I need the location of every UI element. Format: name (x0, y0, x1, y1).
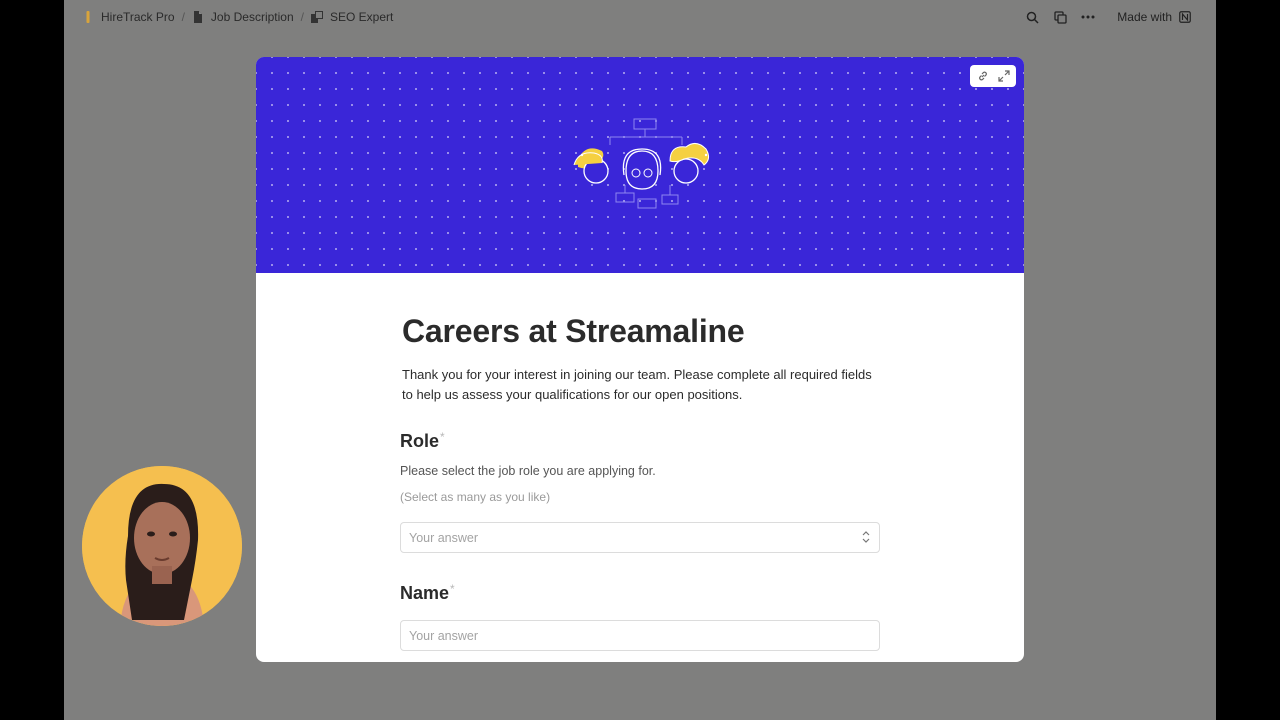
presenter-avatar (82, 466, 242, 626)
team-illustration (573, 118, 710, 209)
breadcrumb-label: SEO Expert (329, 10, 394, 24)
cover-banner (256, 57, 1024, 273)
breadcrumb-item-seo-expert[interactable]: SEO Expert (310, 10, 394, 24)
question-role-hint: (Select as many as you like) (400, 490, 551, 504)
chevron-updown-icon (859, 530, 873, 544)
form-intro: Thank you for your interest in joining o… (402, 367, 872, 402)
required-mark: * (440, 430, 445, 444)
breadcrumb-separator: / (300, 10, 304, 24)
more-icon[interactable] (1081, 10, 1095, 24)
question-name-label: Name* (400, 582, 455, 604)
cover-actions (970, 65, 1016, 87)
notion-logo-icon (1178, 10, 1192, 24)
role-select[interactable] (400, 522, 880, 553)
required-mark: * (450, 582, 455, 596)
breadcrumb: HireTrack Pro / Job Description / SEO Ex… (64, 10, 393, 24)
name-field[interactable] (400, 620, 880, 651)
link-icon[interactable] (976, 69, 990, 83)
document-icon (192, 11, 204, 23)
made-with-label: Made with (1117, 10, 1172, 24)
topbar-actions: Made with (1025, 0, 1216, 34)
presenter-portrait (82, 466, 242, 626)
form-preview-modal: Careers at Streamaline Thank you for you… (256, 57, 1024, 662)
question-label-text: Role (400, 431, 440, 451)
search-icon[interactable] (1025, 10, 1039, 24)
app-window: HireTrack Pro / Job Description / SEO Ex… (64, 0, 1216, 720)
expand-icon[interactable] (997, 69, 1011, 83)
top-bar: HireTrack Pro / Job Description / SEO Ex… (64, 0, 1216, 34)
role-select-input[interactable] (401, 530, 879, 545)
question-label-text: Name (400, 583, 450, 603)
made-with-button[interactable]: Made with (1109, 5, 1200, 29)
breadcrumb-item-hiretrack[interactable]: HireTrack Pro (82, 10, 175, 24)
breadcrumb-item-job-description[interactable]: Job Description (192, 10, 294, 24)
name-input[interactable] (401, 628, 879, 643)
breadcrumb-label: Job Description (210, 10, 294, 24)
warning-bar-icon (82, 11, 94, 23)
duplicate-icon[interactable] (1053, 10, 1067, 24)
question-role-label: Role* (400, 430, 445, 452)
form-title: Careers at Streamaline (402, 313, 745, 349)
page-stack-icon (310, 11, 323, 23)
breadcrumb-separator: / (181, 10, 185, 24)
breadcrumb-label: HireTrack Pro (101, 10, 175, 24)
question-role-description: Please select the job role you are apply… (400, 464, 656, 478)
